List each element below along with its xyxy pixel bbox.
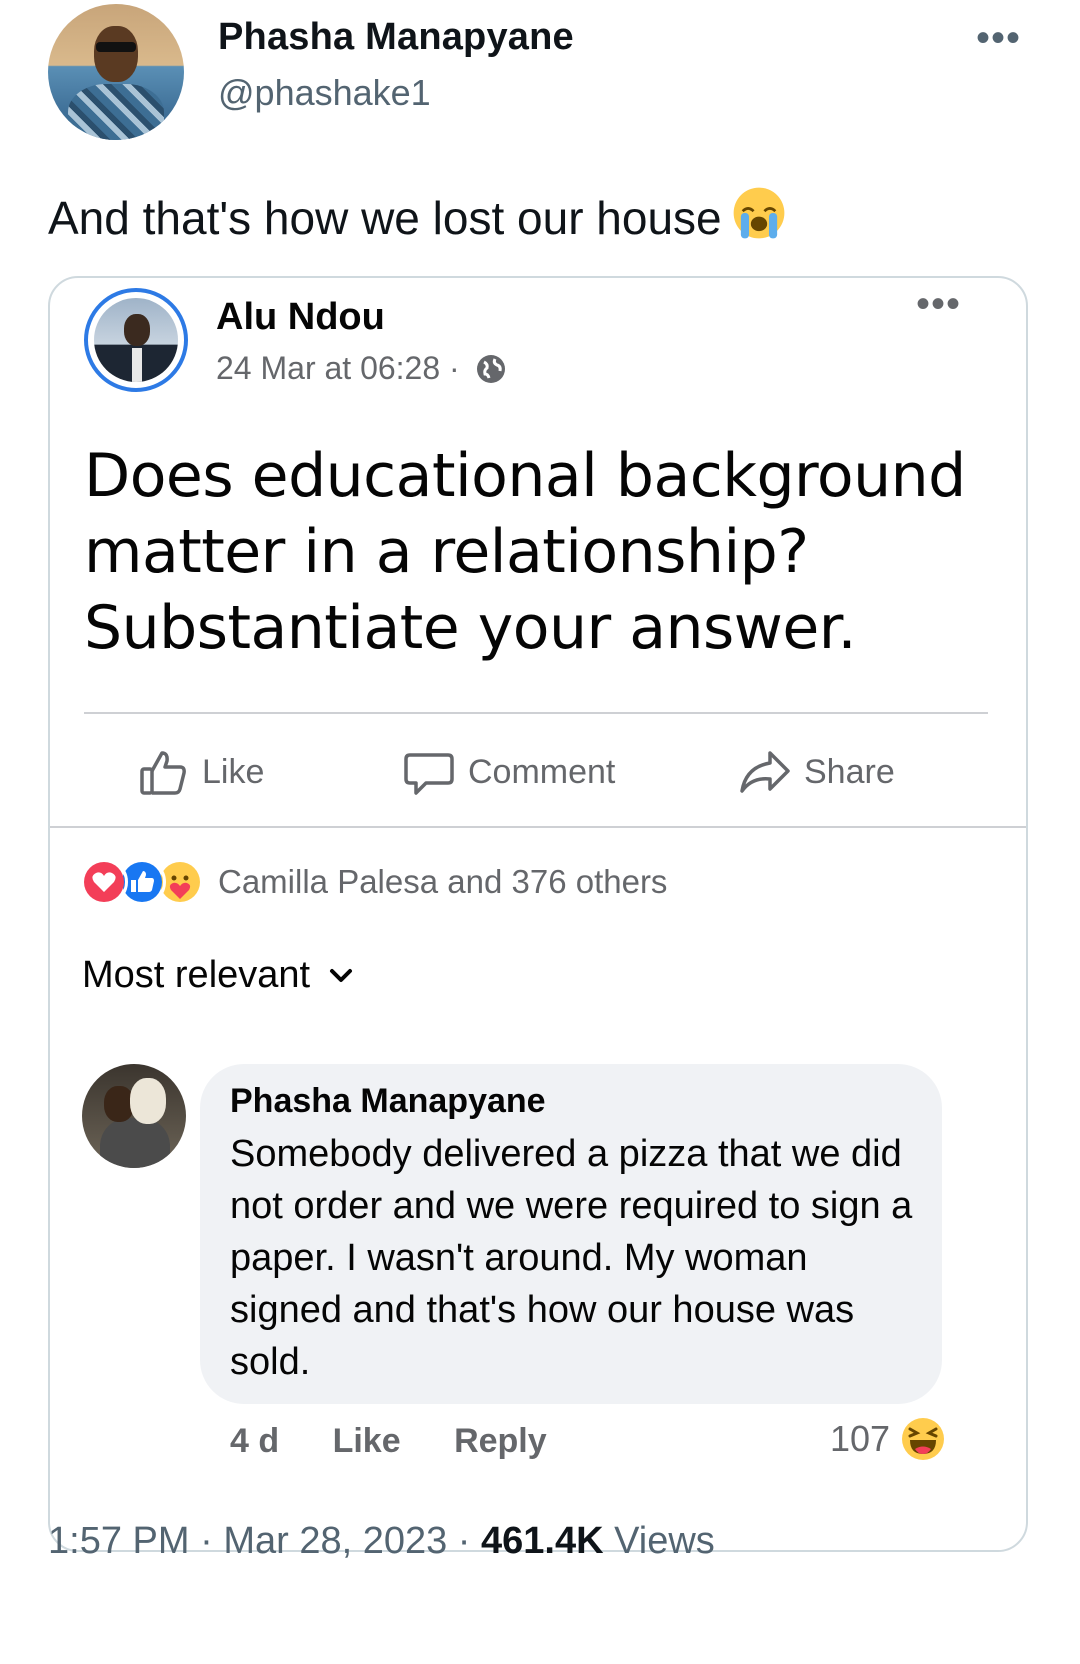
avatar-shirt: [68, 84, 164, 140]
comment-reaction-count[interactable]: 107: [830, 1416, 946, 1462]
fb-post-text: Does educational background matter in a …: [84, 441, 966, 663]
commenter-avatar[interactable]: [82, 1064, 186, 1168]
fb-author-avatar[interactable]: [84, 288, 188, 392]
embedded-facebook-post: Alu Ndou 24 Mar at 06:28 · ••• Does educ…: [48, 276, 1028, 1552]
tweet-author-handle[interactable]: @phashake1: [218, 72, 431, 114]
commenter-name[interactable]: Phasha Manapyane: [230, 1082, 546, 1121]
comment-sort-dropdown[interactable]: Most relevant: [82, 954, 354, 997]
commenter-avatar-mask: [130, 1078, 166, 1124]
haha-react-icon: [902, 1418, 945, 1460]
comment-like-button[interactable]: Like: [333, 1422, 401, 1460]
meta-separator: ·: [457, 1520, 471, 1562]
meta-separator: ·: [449, 350, 460, 386]
tweet-text-content: And that's how we lost our house: [48, 192, 722, 244]
tweet-date[interactable]: Mar 28, 2023: [223, 1520, 447, 1562]
comment-bubble-icon: [404, 753, 454, 795]
thumbs-up-icon: [140, 751, 186, 795]
avatar-face: [94, 26, 138, 82]
tweet-text: And that's how we lost our house: [48, 184, 788, 245]
tweet-author-name[interactable]: Phasha Manapyane: [218, 16, 574, 59]
tweet-metadata: 1:57 PM · Mar 28, 2023 · 461.4K Views: [48, 1520, 715, 1563]
comment-age[interactable]: 4 d: [230, 1422, 279, 1460]
comment-reply-button[interactable]: Reply: [454, 1422, 547, 1460]
avatar-sunglasses: [96, 42, 136, 52]
sort-label: Most relevant: [82, 954, 311, 996]
comment-actions: 4 d Like Reply: [230, 1422, 591, 1461]
tweet-author-avatar[interactable]: [48, 4, 184, 140]
love-react-icon: [80, 858, 128, 906]
fb-more-dots-icon[interactable]: •••: [916, 282, 961, 327]
like-button-label: Like: [202, 752, 265, 791]
share-button-label: Share: [804, 752, 895, 791]
globe-icon: [476, 355, 505, 383]
fb-avatar-shirt: [132, 348, 142, 382]
divider: [84, 712, 988, 714]
more-dots-icon[interactable]: •••: [976, 18, 1021, 58]
loudly-crying-face-icon: [733, 187, 785, 239]
fb-avatar-photo: [94, 298, 178, 382]
divider: [50, 826, 1026, 828]
share-arrow-icon: [740, 751, 790, 793]
comment-button-label: Comment: [468, 752, 616, 791]
tweet-views-count[interactable]: 461.4K: [481, 1520, 604, 1562]
like-button[interactable]: Like: [136, 740, 264, 804]
commenter-avatar-suit: [100, 1118, 170, 1168]
fb-post-timestamp[interactable]: 24 Mar at 06:28: [216, 350, 440, 386]
reactions-summary-text: Camilla Palesa and 376 others: [218, 863, 668, 900]
comment-bubble: Phasha Manapyane Somebody delivered a pi…: [200, 1064, 942, 1404]
comment-button[interactable]: Comment: [402, 740, 615, 804]
share-button[interactable]: Share: [738, 740, 895, 804]
fb-author-name[interactable]: Alu Ndou: [216, 296, 385, 339]
reactions-summary[interactable]: Camilla Palesa and 376 others: [80, 858, 667, 906]
comment-reaction-number: 107: [830, 1418, 891, 1459]
fb-avatar-head: [124, 314, 150, 346]
tweet-views-label: Views: [614, 1520, 715, 1562]
meta-separator: ·: [200, 1520, 213, 1562]
fb-post-meta: 24 Mar at 06:28 ·: [216, 350, 507, 387]
fb-action-bar: Like Comment Share: [50, 740, 1026, 804]
chevron-down-icon: [330, 968, 353, 982]
comment-text: Somebody delivered a pizza that we did n…: [230, 1133, 913, 1383]
tweet-time[interactable]: 1:57 PM: [48, 1520, 190, 1562]
